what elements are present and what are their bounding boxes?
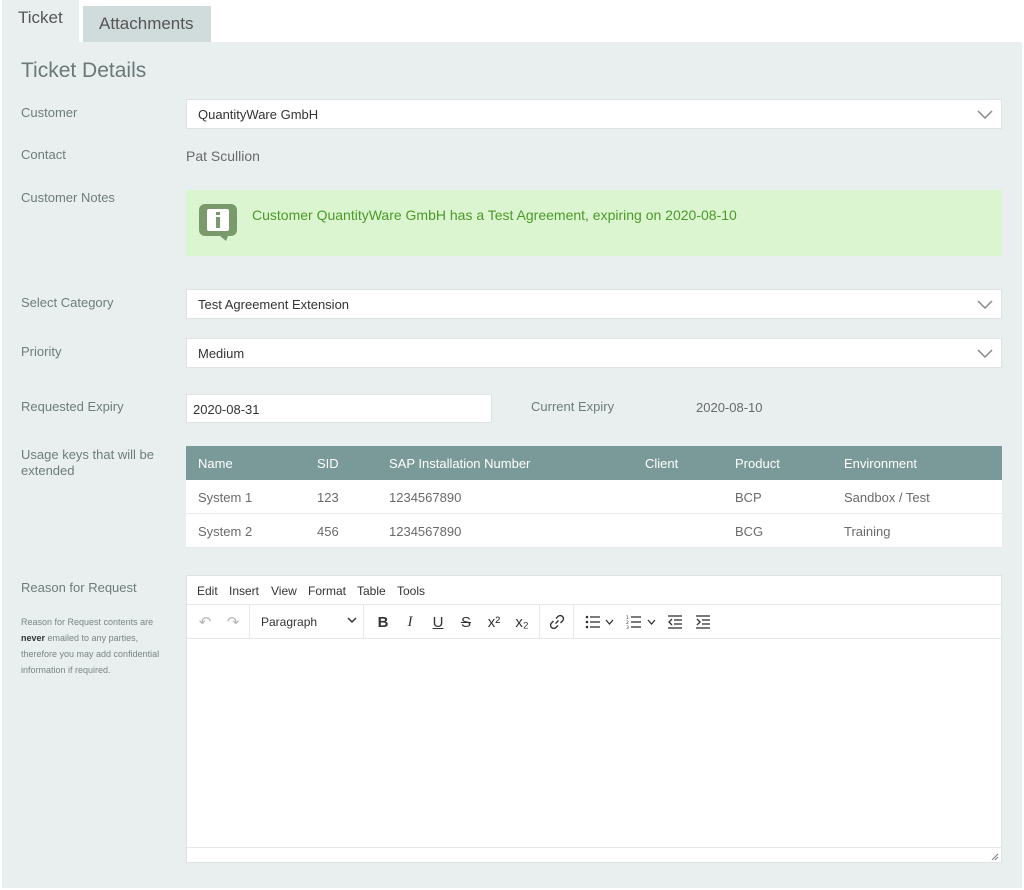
- category-label: Select Category: [21, 295, 114, 310]
- indent-icon[interactable]: [693, 612, 713, 632]
- usage-keys-label-line2: extended: [21, 463, 75, 478]
- page-title: Ticket Details: [21, 59, 147, 82]
- info-icon: [199, 204, 237, 241]
- tab-ticket[interactable]: Ticket: [2, 0, 79, 42]
- cell-product: BCG: [735, 524, 764, 539]
- svg-text:3: 3: [626, 625, 629, 629]
- menu-tools[interactable]: Tools: [397, 584, 425, 598]
- reason-help-line1: Reason for Request contents are: [21, 617, 154, 627]
- menu-edit[interactable]: Edit: [197, 584, 218, 598]
- menu-format[interactable]: Format: [308, 584, 346, 598]
- usage-keys-label: Usage keys that will be extended: [21, 447, 154, 479]
- underline-icon[interactable]: U: [428, 612, 448, 632]
- cell-sid: 456: [317, 524, 339, 539]
- cell-installation: 1234567890: [389, 490, 462, 505]
- reason-editor: Edit Insert View Format Table Tools ↶ ↷ …: [186, 575, 1002, 863]
- resize-handle-icon[interactable]: [991, 853, 999, 861]
- customer-notes-label: Customer Notes: [21, 190, 115, 205]
- priority-select[interactable]: Medium: [186, 338, 1002, 368]
- chevron-down-icon: [977, 300, 993, 310]
- current-expiry-label: Current Expiry: [531, 399, 615, 414]
- italic-icon[interactable]: I: [400, 612, 420, 632]
- chevron-down-icon: [977, 349, 993, 359]
- tab-attachments-label: Attachments: [99, 14, 194, 33]
- block-format-value: Paragraph: [261, 615, 318, 629]
- bold-icon[interactable]: B: [373, 612, 393, 632]
- chevron-down-icon: [977, 110, 993, 120]
- cell-installation: 1234567890: [389, 524, 462, 539]
- priority-value: Medium: [198, 346, 245, 361]
- column-header-installation: SAP Installation Number: [389, 456, 531, 471]
- menu-table[interactable]: Table: [357, 584, 386, 598]
- superscript-icon[interactable]: x²: [484, 612, 504, 632]
- outdent-icon[interactable]: [665, 612, 685, 632]
- menu-view[interactable]: View: [271, 584, 297, 598]
- tab-ticket-label: Ticket: [18, 8, 63, 27]
- tab-bar: Ticket Attachments: [0, 0, 1024, 42]
- editor-content-area[interactable]: [187, 640, 1001, 848]
- customer-select[interactable]: QuantityWare GmbH: [186, 99, 1002, 129]
- contact-value: Pat Scullion: [186, 148, 260, 164]
- reason-help-line3: therefore you may add confidential: [21, 649, 160, 659]
- column-header-client: Client: [645, 456, 679, 471]
- customer-notes-text: Customer QuantityWare GmbH has a Test Ag…: [252, 207, 737, 223]
- bullet-list-icon[interactable]: [583, 612, 603, 632]
- customer-notes-box: Customer QuantityWare GmbH has a Test Ag…: [186, 190, 1002, 256]
- table-header: Name SID SAP Installation Number Client …: [186, 446, 1002, 480]
- undo-icon[interactable]: ↶: [195, 612, 215, 632]
- reason-help-line4: information if required.: [21, 665, 111, 675]
- numbered-list-icon[interactable]: 123: [624, 612, 644, 632]
- chevron-down-icon: [347, 617, 357, 624]
- ticket-panel: Ticket Details Customer QuantityWare Gmb…: [2, 42, 1022, 888]
- cell-environment: Sandbox / Test: [844, 490, 930, 505]
- current-expiry-value: 2020-08-10: [696, 400, 763, 415]
- toolbar-divider: [573, 605, 574, 639]
- cell-name: System 1: [198, 490, 253, 505]
- usage-keys-label-line1: Usage keys that will be: [21, 447, 154, 462]
- tab-attachments[interactable]: Attachments: [83, 6, 211, 42]
- reason-help-bold: never: [21, 633, 46, 643]
- subscript-icon[interactable]: x₂: [512, 612, 532, 632]
- cell-name: System 2: [198, 524, 253, 539]
- toolbar-divider: [363, 605, 364, 639]
- editor-toolbar: ↶ ↷ Paragraph B I U S x² x₂ 1 2 3: [187, 605, 1001, 639]
- toolbar-divider: [539, 605, 540, 639]
- strikethrough-icon[interactable]: S: [456, 612, 476, 632]
- requested-expiry-input[interactable]: 2020-08-31: [186, 394, 492, 423]
- chevron-down-icon[interactable]: [645, 612, 657, 632]
- reason-label: Reason for Request: [21, 580, 137, 595]
- column-header-sid: SID: [317, 456, 339, 471]
- requested-expiry-label: Requested Expiry: [21, 399, 124, 414]
- cell-sid: 123: [317, 490, 339, 505]
- chevron-down-icon[interactable]: [603, 612, 615, 632]
- column-header-product: Product: [735, 456, 780, 471]
- customer-label: Customer: [21, 105, 78, 120]
- requested-expiry-value: 2020-08-31: [193, 402, 260, 417]
- link-icon[interactable]: [547, 612, 567, 632]
- category-value: Test Agreement Extension: [198, 297, 350, 312]
- priority-label: Priority: [21, 344, 62, 359]
- category-select[interactable]: Test Agreement Extension: [186, 289, 1002, 319]
- table-row[interactable]: System 2 456 1234567890 BCG Training: [186, 514, 1002, 548]
- redo-icon[interactable]: ↷: [223, 612, 243, 632]
- menu-insert[interactable]: Insert: [229, 584, 259, 598]
- block-format-select[interactable]: Paragraph: [249, 605, 363, 639]
- customer-value: QuantityWare GmbH: [198, 107, 319, 122]
- column-header-name: Name: [198, 456, 233, 471]
- editor-menubar: Edit Insert View Format Table Tools: [187, 576, 1001, 605]
- reason-help-line2: emailed to any parties,: [45, 633, 139, 643]
- usage-keys-table: Name SID SAP Installation Number Client …: [186, 446, 1002, 548]
- cell-product: BCP: [735, 490, 762, 505]
- column-header-environment: Environment: [844, 456, 917, 471]
- contact-label: Contact: [21, 147, 66, 162]
- editor-statusbar: [187, 847, 1001, 862]
- reason-help-text: Reason for Request contents are never em…: [21, 614, 171, 678]
- table-row[interactable]: System 1 123 1234567890 BCP Sandbox / Te…: [186, 480, 1002, 514]
- cell-environment: Training: [844, 524, 891, 539]
